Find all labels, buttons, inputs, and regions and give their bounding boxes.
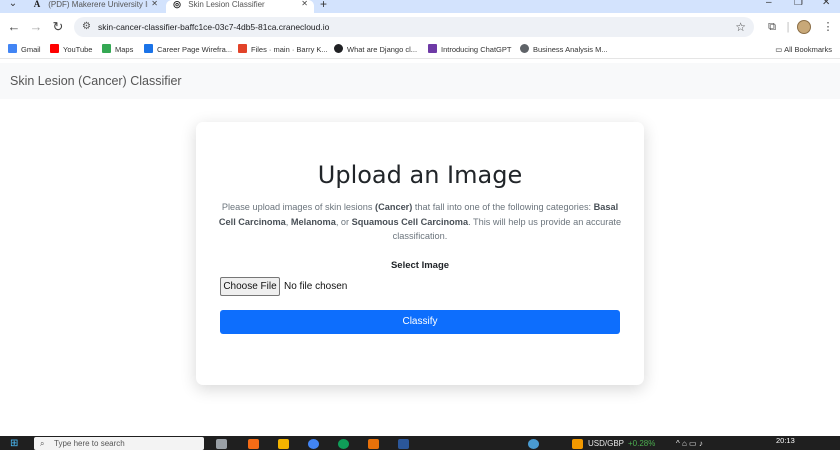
tab-search-icon[interactable]: ⌄ xyxy=(6,0,20,11)
category-squamous-cell: Squamous Cell Carcinoma xyxy=(351,216,469,227)
bookmark-label: Introducing ChatGPT xyxy=(441,45,512,54)
search-placeholder: Type here to search xyxy=(54,439,125,448)
folder-icon: ▭ xyxy=(775,45,785,54)
desc-sep: , or xyxy=(335,216,352,227)
bookmark-star-icon[interactable]: ☆ xyxy=(735,19,746,35)
file-explorer-icon[interactable] xyxy=(278,439,289,449)
url-text[interactable]: skin-cancer-classifier-baffc1ce-03c7-4db… xyxy=(98,21,329,33)
maps-icon xyxy=(102,44,111,53)
bookmark-label: What are Django cl... xyxy=(347,45,418,54)
choose-file-button[interactable]: Choose File xyxy=(220,277,280,296)
file-status-text: No file chosen xyxy=(284,281,348,292)
bookmark-label: Gmail xyxy=(21,45,41,54)
bookmark-maps[interactable]: Maps xyxy=(102,44,133,56)
minimize-icon[interactable]: – xyxy=(766,0,772,8)
bookmark-label: Files · main · Barry K... xyxy=(251,45,328,54)
all-bookmarks-label: All Bookmarks xyxy=(784,45,832,54)
bookmark-files-main[interactable]: Files · main · Barry K... xyxy=(238,44,328,56)
tab-makerere-pdf[interactable]: A (PDF) Makerere University Infor ✕ xyxy=(26,0,164,13)
bookmark-label: YouTube xyxy=(63,45,93,54)
bookmark-youtube[interactable]: YouTube xyxy=(50,44,92,56)
academia-icon: A xyxy=(33,0,41,9)
bookmark-chatgpt[interactable]: Introducing ChatGPT xyxy=(428,44,511,56)
globe-icon: ◎ xyxy=(173,0,181,9)
stocks-icon[interactable] xyxy=(572,439,583,449)
profile-avatar[interactable] xyxy=(797,20,811,34)
close-icon[interactable]: ✕ xyxy=(301,0,308,8)
reload-icon[interactable]: ↻ xyxy=(50,19,66,35)
classify-button[interactable]: Classify xyxy=(220,310,620,334)
bookmarks-bar: Gmail YouTube Maps Career Page Wirefra..… xyxy=(0,41,840,59)
back-icon[interactable]: ← xyxy=(6,19,22,35)
desc-cancer: (Cancer) xyxy=(375,202,413,212)
ticker-change: +0.28% xyxy=(628,439,656,448)
select-image-label: Select Image xyxy=(390,260,450,271)
upload-card: Upload an Image Please upload images of … xyxy=(196,122,644,385)
window-close-icon[interactable]: ✕ xyxy=(822,0,830,8)
bookmark-label: Career Page Wirefra... xyxy=(157,45,233,54)
gmail-icon xyxy=(8,44,17,53)
task-view-icon[interactable] xyxy=(216,439,227,449)
taskbar-search[interactable]: ⌕ Type here to search xyxy=(34,437,204,450)
ticker-symbol[interactable]: USD/GBP xyxy=(588,438,624,450)
address-bar[interactable]: ⚙ skin-cancer-classifier-baffc1ce-03c7-4… xyxy=(74,17,754,37)
app-blue-icon[interactable] xyxy=(528,439,539,449)
tab-title: Skin Lesion Classifier xyxy=(188,0,265,9)
category-melanoma: Melanoma xyxy=(290,216,336,227)
app-brand[interactable]: Skin Lesion (Cancer) Classifier xyxy=(10,74,182,88)
miro-icon xyxy=(144,44,153,53)
youtube-icon xyxy=(50,44,59,53)
tab-title: (PDF) Makerere University Infor xyxy=(48,0,148,9)
desc-text: Please upload images of skin lesions xyxy=(221,202,376,212)
search-icon: ⌕ xyxy=(40,439,45,448)
vlc-icon[interactable] xyxy=(368,439,379,449)
tray-icons[interactable]: ^ ⌂ ▭ ♪ xyxy=(676,438,703,450)
word-icon[interactable] xyxy=(398,439,409,449)
app-navbar: Skin Lesion (Cancer) Classifier xyxy=(0,63,840,99)
edge-icon[interactable] xyxy=(338,439,349,449)
extensions-icon[interactable]: ⧉ xyxy=(764,19,780,35)
bookmark-label: Business Analysis M... xyxy=(533,45,608,54)
globe-icon xyxy=(520,44,529,53)
upload-description: Please upload images of skin lesions (Ca… xyxy=(218,200,622,244)
menu-icon[interactable]: ⋮ xyxy=(820,19,836,35)
toolbar-divider: | xyxy=(786,21,790,33)
browser-tabstrip: ⌄ A (PDF) Makerere University Infor ✕ ◎ … xyxy=(0,0,840,13)
bookmark-business-analysis[interactable]: Business Analysis M... xyxy=(520,44,608,56)
clock[interactable]: 20:13 xyxy=(776,436,795,445)
close-icon[interactable]: ✕ xyxy=(151,0,158,8)
chatgpt-icon xyxy=(428,44,437,53)
app-orange-icon[interactable] xyxy=(248,439,259,449)
windows-taskbar: ⊞ ⌕ Type here to search USD/GBP +0.28% ^ … xyxy=(0,436,840,450)
page-title: Upload an Image xyxy=(317,161,523,189)
forward-icon[interactable]: → xyxy=(28,19,44,35)
windows-start-icon[interactable]: ⊞ xyxy=(10,438,18,450)
restore-icon[interactable]: ❐ xyxy=(794,0,803,8)
new-tab-icon[interactable]: + xyxy=(320,0,327,10)
gitlab-icon xyxy=(238,44,247,53)
bookmark-gmail[interactable]: Gmail xyxy=(8,44,41,56)
browser-toolbar: ← → ↻ ⚙ skin-cancer-classifier-baffc1ce-… xyxy=(0,13,840,41)
bookmark-career-page[interactable]: Career Page Wirefra... xyxy=(144,44,232,56)
tab-skin-lesion-classifier[interactable]: ◎ Skin Lesion Classifier ✕ xyxy=(166,0,314,13)
site-info-icon[interactable]: ⚙ xyxy=(82,20,91,34)
medium-icon xyxy=(334,44,343,53)
all-bookmarks[interactable]: ▭ All Bookmarks xyxy=(775,44,832,56)
bookmark-label: Maps xyxy=(115,45,134,54)
desc-text: that fall into one of the following cate… xyxy=(412,202,594,212)
chrome-icon[interactable] xyxy=(308,439,319,449)
bookmark-django[interactable]: What are Django cl... xyxy=(334,44,417,56)
